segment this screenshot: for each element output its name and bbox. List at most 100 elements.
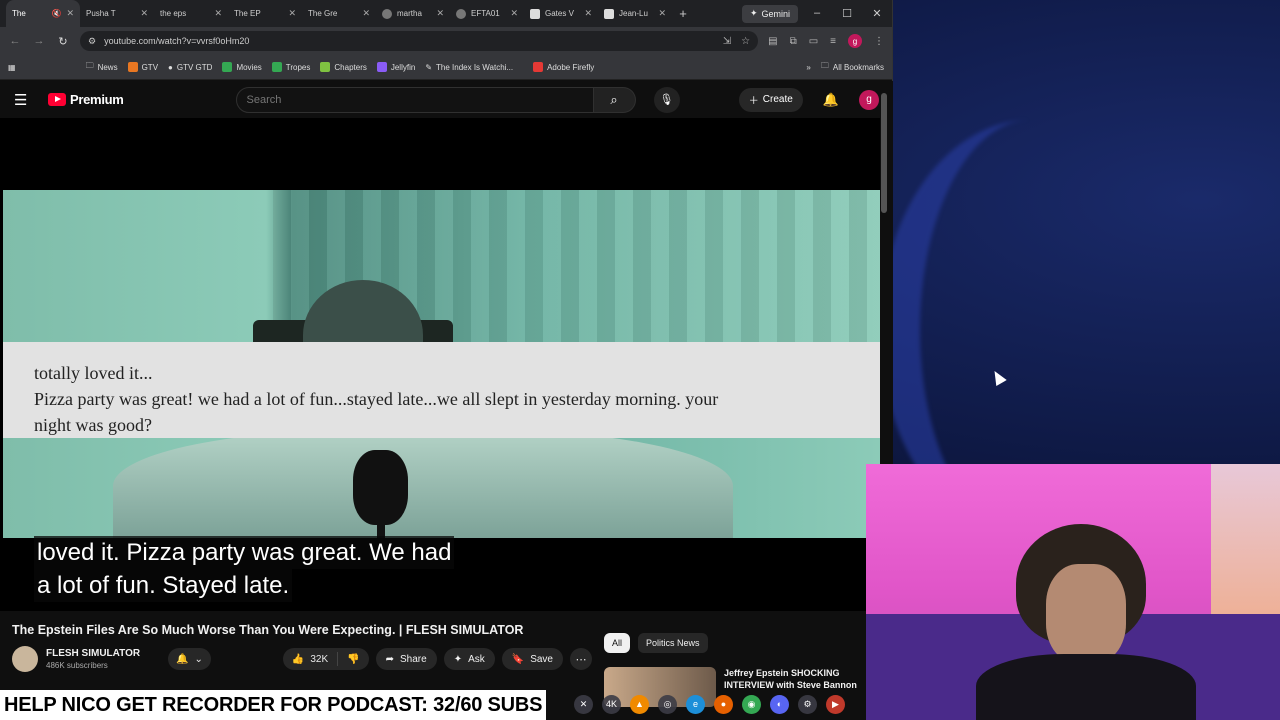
gemini-button[interactable]: ✦ Gemini [742, 4, 799, 23]
tab-0[interactable]: The 🔇 ✕ [6, 0, 80, 91]
close-icon[interactable]: ✕ [288, 8, 296, 19]
apps-icon[interactable]: ▦ [8, 63, 16, 72]
chapters-icon [320, 62, 331, 72]
share-icon: ➦ [385, 653, 394, 665]
mute-icon[interactable]: 🔇 [51, 9, 61, 18]
jellyfin-icon [376, 62, 387, 72]
tab-bar: The 🔇 ✕ Pusha T ✕ the eps ✕ The EP ✕ The… [0, 0, 892, 91]
dislike-button[interactable]: 👎 [338, 654, 368, 665]
bookmark-movies[interactable]: Movies [222, 62, 262, 72]
video-captions: loved it. Pizza party was great. We had … [34, 536, 455, 602]
chevron-right-icon[interactable]: » [806, 63, 810, 72]
address-bar[interactable]: ⚙ youtube.com/watch?v=vvrsf0oHm20 ⇲ ☆ [80, 31, 759, 51]
hamburger-menu-icon[interactable]: ☰ [14, 91, 36, 109]
chip-politics-news[interactable]: Politics News [638, 633, 708, 653]
close-icon[interactable]: ✕ [362, 8, 370, 19]
tab-label: martha [397, 9, 422, 18]
search-box: ⌕ [235, 86, 636, 113]
close-window-icon[interactable]: ✕ [862, 7, 892, 20]
tab-label: Pusha T [86, 9, 116, 18]
pin-icon: ✎ [425, 62, 433, 72]
tab-label: Gates V [545, 9, 574, 18]
close-icon[interactable]: ✕ [584, 8, 592, 19]
close-icon[interactable]: ✕ [140, 8, 148, 19]
save-button[interactable]: 🔖 Save [501, 648, 563, 670]
notifications-bell-icon[interactable]: 🔔 [823, 92, 839, 108]
bookmark-index[interactable]: ✎ The Index Is Watchi... [425, 63, 513, 72]
discord-icon[interactable]: ◐ [770, 694, 789, 714]
close-icon[interactable]: ✕ [510, 8, 518, 19]
tab-8[interactable]: Jean-Lu ✕ [598, 0, 672, 27]
clipboard-icon[interactable]: ▤ [768, 36, 777, 47]
tab-4[interactable]: The Gre ✕ [302, 0, 376, 91]
minimize-icon[interactable]: – [802, 7, 832, 20]
github-icon: ● [168, 62, 173, 72]
bookmark-firefly[interactable]: Adobe Firefly [533, 62, 594, 72]
bookmark-gtv-gtd[interactable]: ● GTV GTD [168, 63, 212, 72]
like-dislike-group: 👍 32K 👎 [282, 648, 369, 670]
tab-3[interactable]: The EP ✕ [228, 0, 302, 91]
close-icon[interactable]: ✕ [214, 8, 222, 19]
forward-icon[interactable]: → [32, 35, 46, 47]
browser-toolbar: ← → ↻ ⚙ youtube.com/watch?v=vvrsf0oHm20 … [0, 27, 892, 55]
share-button[interactable]: ➦ Share [375, 648, 437, 670]
maximize-icon[interactable]: ☐ [832, 7, 862, 20]
chip-all[interactable]: All [604, 633, 631, 653]
microphone-icon[interactable]: 🎙 [653, 86, 680, 113]
subscription-bell-button[interactable]: 🔔 ⌄ [168, 648, 211, 670]
bookmark-jellyfin[interactable]: Jellyfin [376, 62, 415, 72]
profile-avatar[interactable]: g [848, 34, 862, 48]
site-info-icon[interactable]: ⚙ [88, 36, 96, 47]
tab-5[interactable]: martha ✕ [376, 0, 450, 27]
tab-7[interactable]: Gates V ✕ [524, 0, 598, 27]
like-button[interactable]: 👍 32K [283, 652, 339, 666]
channel-avatar[interactable] [12, 646, 38, 672]
youtube-play-icon [48, 93, 66, 106]
all-bookmarks[interactable]: 🗀 All Bookmarks [821, 60, 884, 74]
search-icon[interactable]: ⌕ [593, 86, 636, 113]
chrome-icon[interactable]: ◉ [742, 694, 761, 714]
document-line: night was good? [34, 415, 152, 435]
ask-button[interactable]: ✦ Ask [443, 648, 495, 670]
new-tab-button[interactable]: + [672, 6, 694, 21]
bookmark-chapters[interactable]: Chapters [320, 62, 367, 72]
bookmark-gtv[interactable]: GTV [127, 62, 158, 72]
media-icon[interactable]: ≡ [830, 36, 836, 47]
back-icon[interactable]: ← [8, 35, 22, 47]
4k-icon[interactable]: 4K [602, 694, 621, 714]
more-options-icon[interactable]: ⋯ [570, 648, 592, 670]
app-icon[interactable]: ▶ [826, 694, 845, 714]
close-icon[interactable]: ✕ [436, 8, 444, 19]
create-button[interactable]: ＋ Create [738, 87, 803, 112]
vlc-icon[interactable]: ▲ [630, 694, 649, 714]
search-input[interactable] [235, 86, 594, 113]
taskbar-tray: ✕ 4K ▲ ◎ e ● ◉ ◐ ⚙ ▶ [574, 694, 845, 714]
sparkle-icon: ✦ [750, 8, 758, 18]
app-icon[interactable]: ✕ [574, 694, 593, 714]
close-icon[interactable]: ✕ [658, 8, 666, 19]
app-icon[interactable]: ⚙ [798, 694, 817, 714]
sheets-icon [271, 62, 282, 72]
video-frame: totally loved it... Pizza party was grea… [3, 190, 880, 538]
bookmark-news[interactable]: 🗀 News [86, 60, 118, 74]
channel-name[interactable]: FLESH SIMULATOR [46, 648, 140, 659]
sidebar-icon[interactable]: ▭ [809, 36, 818, 47]
youtube-logo[interactable]: Premium [48, 92, 124, 107]
menu-icon[interactable]: ⋮ [874, 36, 884, 47]
install-icon[interactable]: ⇲ [723, 36, 731, 47]
account-avatar[interactable]: g [859, 89, 879, 110]
plus-icon: ＋ [748, 96, 759, 107]
bookmark-tropes[interactable]: Tropes [271, 62, 310, 72]
bookmark-star-icon[interactable]: ☆ [741, 36, 750, 47]
extensions-icon[interactable]: ⧉ [790, 36, 797, 47]
reload-icon[interactable]: ↻ [56, 35, 70, 48]
tab-1[interactable]: Pusha T ✕ [80, 0, 154, 91]
tab-6[interactable]: EFTA01 ✕ [450, 0, 524, 27]
globe-icon [456, 8, 466, 19]
app-icon[interactable]: ◎ [658, 694, 677, 714]
tab-2[interactable]: the eps ✕ [154, 0, 228, 91]
edge-icon[interactable]: e [686, 694, 705, 714]
close-icon[interactable]: ✕ [66, 8, 74, 19]
like-count: 32K [310, 653, 329, 665]
firefox-icon[interactable]: ● [714, 694, 733, 714]
